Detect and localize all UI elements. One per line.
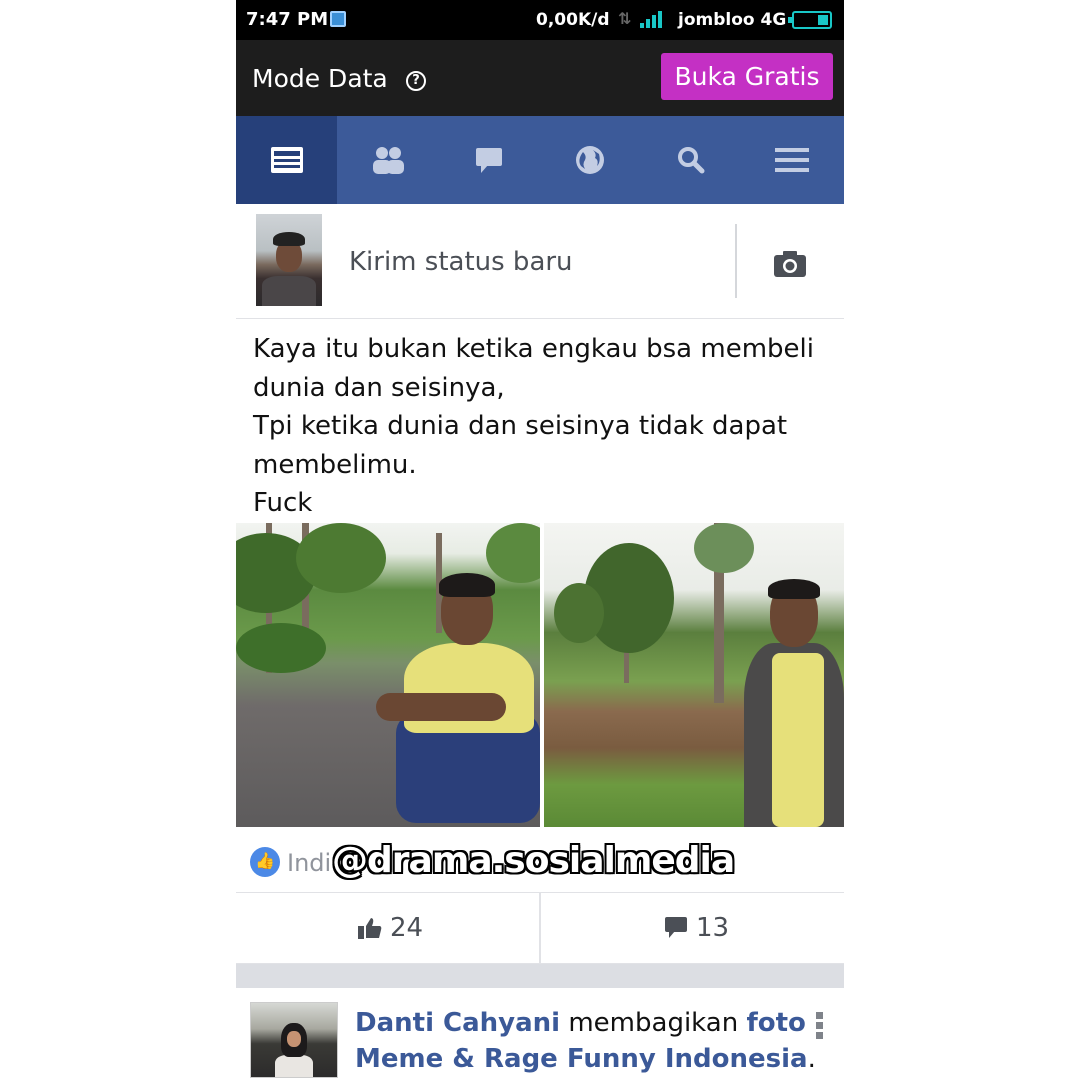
post-photo-right[interactable]: [544, 523, 844, 827]
post-line: Tpi ketika dunia dan seisinya tidak dapa…: [253, 411, 788, 441]
story-header-line1: Danti Cahyani membagikan foto: [355, 1008, 806, 1038]
messages-icon: [476, 148, 502, 173]
author-link[interactable]: Danti Cahyani: [355, 1008, 560, 1038]
tab-news-feed[interactable]: [236, 116, 337, 204]
tab-notifications[interactable]: [539, 116, 640, 204]
story-header-line2: Meme & Rage Funny Indonesia.: [355, 1044, 816, 1074]
thumbs-up-icon: [358, 918, 382, 939]
friends-icon: [373, 147, 404, 174]
comment-button[interactable]: 13: [664, 913, 784, 943]
watermark-text: @drama.sosialmedia: [332, 840, 735, 881]
data-mode-title: Mode Data: [252, 64, 388, 93]
post-line: dunia dan seisinya,: [253, 372, 505, 403]
globe-notifications-icon: [576, 146, 604, 174]
top-navigation: [236, 116, 844, 204]
camera-icon[interactable]: [773, 250, 807, 278]
notification-icon: [330, 11, 346, 27]
story-verb: membagikan: [560, 1008, 747, 1038]
avatar[interactable]: [256, 214, 322, 306]
more-options-icon[interactable]: [816, 1012, 824, 1042]
reactions-summary[interactable]: 👍 Indi @drama.sosialmedia: [236, 832, 844, 892]
post-photo-left[interactable]: [236, 523, 540, 827]
reaction-names: Indi: [287, 849, 331, 877]
status-composer: Kirim status baru: [236, 204, 844, 319]
like-count: 24: [390, 913, 424, 943]
post-line: membelimu.: [253, 449, 417, 480]
data-transfer-icon: ⇅: [618, 9, 632, 28]
signal-strength-icon: [640, 10, 668, 28]
like-badge-icon: 👍: [250, 847, 280, 877]
feed-story: Danti Cahyani membagikan foto Meme & Rag…: [236, 988, 844, 1080]
free-mode-button[interactable]: Buka Gratis: [661, 53, 833, 100]
search-icon: [678, 147, 705, 174]
page-link[interactable]: Meme & Rage Funny Indonesia: [355, 1044, 808, 1074]
status-bar: 7:47 PM 0,00K/d ⇅ jombloo 4G: [236, 0, 844, 40]
feed-separator: [236, 964, 844, 988]
question-circle-icon[interactable]: ?: [406, 71, 426, 91]
post-line: Fuck: [253, 488, 313, 518]
post-line: Kaya itu bukan ketika engkau bsa membeli: [253, 334, 814, 364]
composer-divider: [735, 224, 737, 298]
battery-icon: [788, 11, 832, 29]
photo-link[interactable]: foto: [746, 1008, 805, 1038]
phone-screen: 7:47 PM 0,00K/d ⇅ jombloo 4G Mode Data ?…: [236, 0, 844, 1080]
comment-icon: [665, 917, 687, 938]
news-feed-icon: [271, 147, 303, 173]
post-text: Kaya itu bukan ketika engkau bsa membeli…: [253, 330, 833, 523]
avatar[interactable]: [250, 1002, 338, 1078]
actions-divider: [539, 893, 541, 965]
tab-search[interactable]: [640, 116, 741, 204]
carrier-name: jombloo 4G: [678, 10, 787, 30]
post-actions: 24 13: [236, 892, 844, 965]
status-input[interactable]: Kirim status baru: [349, 247, 573, 277]
network-speed: 0,00K/d: [536, 10, 610, 30]
tab-messages[interactable]: [438, 116, 539, 204]
data-mode-bar: Mode Data ? Buka Gratis: [236, 40, 844, 116]
comment-count: 13: [696, 913, 730, 943]
menu-icon: [775, 148, 809, 172]
like-button[interactable]: 24: [358, 913, 478, 943]
tab-menu[interactable]: [741, 116, 842, 204]
tab-friends[interactable]: [337, 116, 438, 204]
status-time: 7:47 PM: [246, 9, 329, 30]
story-suffix: .: [807, 1044, 816, 1074]
